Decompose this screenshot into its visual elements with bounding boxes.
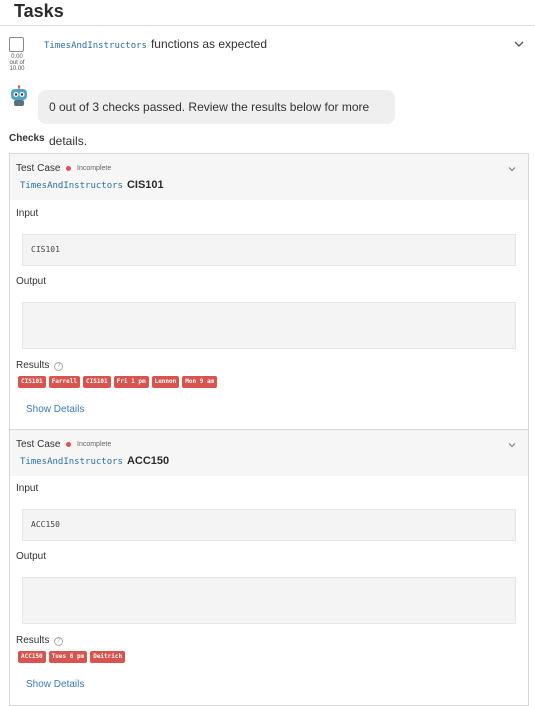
result-tag: Lennon <box>151 376 180 388</box>
input-value: ACC150 <box>31 520 60 529</box>
results-label-text: Results <box>16 360 50 371</box>
result-tag: Farrell <box>48 376 80 388</box>
test-case-title: TimesAndInstructors ACC150 <box>20 455 169 467</box>
input-label: Input <box>16 208 39 219</box>
score-max: 10.00 <box>9 66 25 72</box>
result-tag: Deitrich <box>90 651 126 663</box>
status-dot-icon <box>66 166 71 171</box>
test-case-label: Test Case <box>16 439 61 450</box>
test-case-function: TimesAndInstructors <box>20 181 123 191</box>
input-value: CIS101 <box>31 245 60 254</box>
task-function-name: TimesAndInstructors <box>44 41 147 51</box>
result-tag: Mon 9 am <box>182 376 218 388</box>
checks-label: Checks <box>9 133 45 144</box>
test-case-function: TimesAndInstructors <box>20 457 123 467</box>
status-badge: Incomplete <box>77 165 112 172</box>
test-case-card: Test Case Incomplete TimesAndInstructors… <box>9 429 529 706</box>
result-tag: CIS101 <box>18 376 46 388</box>
chevron-down-icon[interactable] <box>512 37 526 51</box>
test-case-card: Test Case Incomplete TimesAndInstructors… <box>9 153 529 430</box>
output-label: Output <box>16 551 47 562</box>
test-case-header[interactable]: Test Case Incomplete TimesAndInstructors… <box>10 154 528 200</box>
result-tag: CIS101 <box>82 376 111 388</box>
result-tag: Fri 1 pm <box>113 376 149 388</box>
help-icon[interactable]: ? <box>54 637 64 646</box>
result-tag: Tues 6 pm <box>48 651 88 663</box>
test-case-label: Test Case <box>16 163 61 174</box>
show-details-link[interactable]: Show Details <box>26 404 84 415</box>
task-title-suffix: functions as expected <box>150 37 268 51</box>
test-case-header[interactable]: Test Case Incomplete TimesAndInstructors… <box>10 430 528 476</box>
robot-icon <box>11 85 27 106</box>
output-label: Output <box>16 276 47 287</box>
chevron-down-icon[interactable] <box>507 440 517 450</box>
task-checkbox[interactable] <box>9 37 24 52</box>
input-label: Input <box>16 483 39 494</box>
chevron-down-icon[interactable] <box>507 164 517 174</box>
results-tags: CIS101 Farrell CIS101 Fri 1 pm Lennon Mo… <box>18 376 218 388</box>
show-details-link[interactable]: Show Details <box>26 679 84 690</box>
test-case-name: ACC150 <box>126 455 170 467</box>
task-title: TimesAndInstructors functions as expected <box>44 37 267 53</box>
test-case-name: CIS101 <box>126 179 164 191</box>
results-label: Results? <box>16 635 64 646</box>
input-box: CIS101 <box>22 234 516 266</box>
test-case-title: TimesAndInstructors CIS101 <box>20 179 164 191</box>
page-title: Tasks <box>14 1 64 21</box>
status-badge: Incomplete <box>77 441 112 448</box>
results-tags: ACC150 Tues 6 pm Deitrich <box>18 651 126 663</box>
status-dot-icon <box>66 442 71 447</box>
input-box: ACC150 <box>22 509 516 541</box>
task-score: 0.00 out of 10.00 <box>4 54 30 72</box>
result-tag: ACC150 <box>18 651 46 663</box>
page-header: Tasks <box>0 0 535 26</box>
output-box <box>22 302 516 349</box>
results-label-text: Results <box>16 635 50 646</box>
summary-bubble: 0 out of 3 checks passed. Review the res… <box>38 90 395 148</box>
results-label: Results? <box>16 360 64 371</box>
help-icon[interactable]: ? <box>54 362 64 371</box>
output-box <box>22 577 516 624</box>
